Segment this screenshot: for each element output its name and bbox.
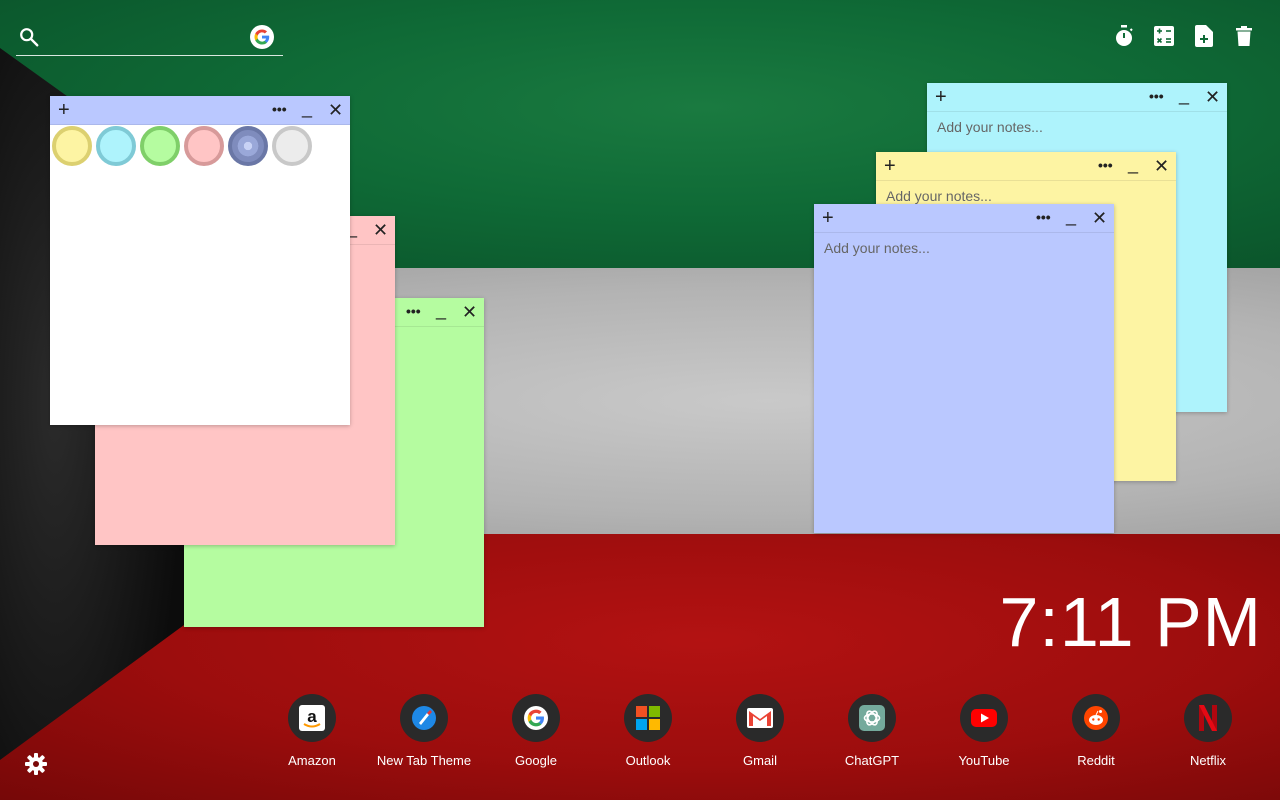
note-more-button[interactable]: ••• [406, 299, 421, 323]
outlook-icon [624, 694, 672, 742]
settings-gear-icon[interactable] [24, 752, 48, 776]
clock: 7:11 PM [999, 583, 1262, 661]
note-close-button[interactable]: ✕ [1205, 85, 1220, 109]
note-more-button[interactable]: ••• [1036, 205, 1051, 229]
shortcut-label: Google [515, 753, 557, 768]
shortcut-label: YouTube [958, 753, 1010, 768]
search-input[interactable] [50, 24, 254, 52]
color-swatch-pink[interactable] [184, 126, 224, 166]
note-header: + ••• _ ✕ [876, 152, 1176, 181]
chatgpt-icon [848, 694, 896, 742]
shortcut-amazon[interactable]: a Amazon [256, 694, 368, 768]
sticky-note-blue[interactable]: + ••• _ ✕ [814, 204, 1114, 533]
note-close-button[interactable]: ✕ [373, 218, 388, 242]
shortcut-youtube[interactable]: YouTube [928, 694, 1040, 768]
note-close-button[interactable]: ✕ [1092, 206, 1107, 230]
google-search-engine-icon[interactable] [250, 25, 274, 49]
shortcut-label: New Tab Theme [376, 753, 472, 768]
note-more-button[interactable]: ••• [1149, 84, 1164, 108]
shortcut-outlook[interactable]: Outlook [592, 694, 704, 768]
shortcut-reddit[interactable]: Reddit [1040, 694, 1152, 768]
note-text-input[interactable] [814, 233, 1114, 523]
note-add-button[interactable]: + [58, 98, 70, 122]
note-close-button[interactable]: ✕ [462, 300, 477, 324]
shortcut-label: ChatGPT [844, 753, 900, 768]
reddit-icon [1072, 694, 1120, 742]
new-tab-theme-icon [400, 694, 448, 742]
note-minimize-button[interactable]: _ [1066, 204, 1076, 228]
note-minimize-button[interactable]: _ [436, 298, 446, 322]
note-close-button[interactable]: ✕ [1154, 154, 1169, 178]
note-add-button[interactable]: + [935, 85, 947, 109]
calculator-icon[interactable] [1152, 24, 1176, 48]
timer-icon[interactable] [1112, 24, 1136, 48]
netflix-icon [1184, 694, 1232, 742]
new-note-icon[interactable] [1192, 24, 1216, 48]
note-minimize-button[interactable]: _ [1128, 152, 1138, 176]
svg-text:a: a [307, 707, 317, 726]
shortcut-label: Gmail [743, 753, 777, 768]
color-swatch-yellow[interactable] [52, 126, 92, 166]
color-swatch-green[interactable] [140, 126, 180, 166]
shortcut-gmail[interactable]: Gmail [704, 694, 816, 768]
note-minimize-button[interactable]: _ [302, 96, 312, 120]
shortcut-label: Amazon [288, 753, 336, 768]
color-swatch-cyan[interactable] [96, 126, 136, 166]
note-header: + ••• _ ✕ [927, 83, 1227, 112]
note-add-button[interactable]: + [822, 206, 834, 230]
note-more-button[interactable]: ••• [272, 97, 287, 121]
shortcut-google[interactable]: Google [480, 694, 592, 768]
note-add-button[interactable]: + [884, 154, 896, 178]
youtube-icon [960, 694, 1008, 742]
note-header: + ••• _ ✕ [50, 96, 350, 125]
amazon-icon: a [288, 694, 336, 742]
note-more-button[interactable]: ••• [1098, 153, 1113, 177]
shortcut-new-tab-theme[interactable]: New Tab Theme [368, 694, 480, 768]
shortcut-label: Reddit [1077, 753, 1115, 768]
search-bar [16, 20, 283, 56]
search-icon[interactable] [18, 26, 40, 48]
note-close-button[interactable]: ✕ [328, 98, 343, 122]
color-swatch-blue-selected[interactable] [228, 126, 268, 166]
sticky-note-white[interactable]: + ••• _ ✕ [50, 96, 350, 425]
shortcut-label: Outlook [625, 753, 671, 768]
color-palette [52, 126, 312, 166]
shortcut-chatgpt[interactable]: ChatGPT [816, 694, 928, 768]
note-minimize-button[interactable]: _ [1179, 83, 1189, 107]
gmail-icon [736, 694, 784, 742]
color-swatch-gray[interactable] [272, 126, 312, 166]
shortcut-label: Netflix [1189, 753, 1227, 768]
shortcut-netflix[interactable]: Netflix [1152, 694, 1264, 768]
toolbar [1112, 24, 1256, 48]
note-header: + ••• _ ✕ [814, 204, 1114, 233]
delete-icon[interactable] [1232, 24, 1256, 48]
google-icon [512, 694, 560, 742]
